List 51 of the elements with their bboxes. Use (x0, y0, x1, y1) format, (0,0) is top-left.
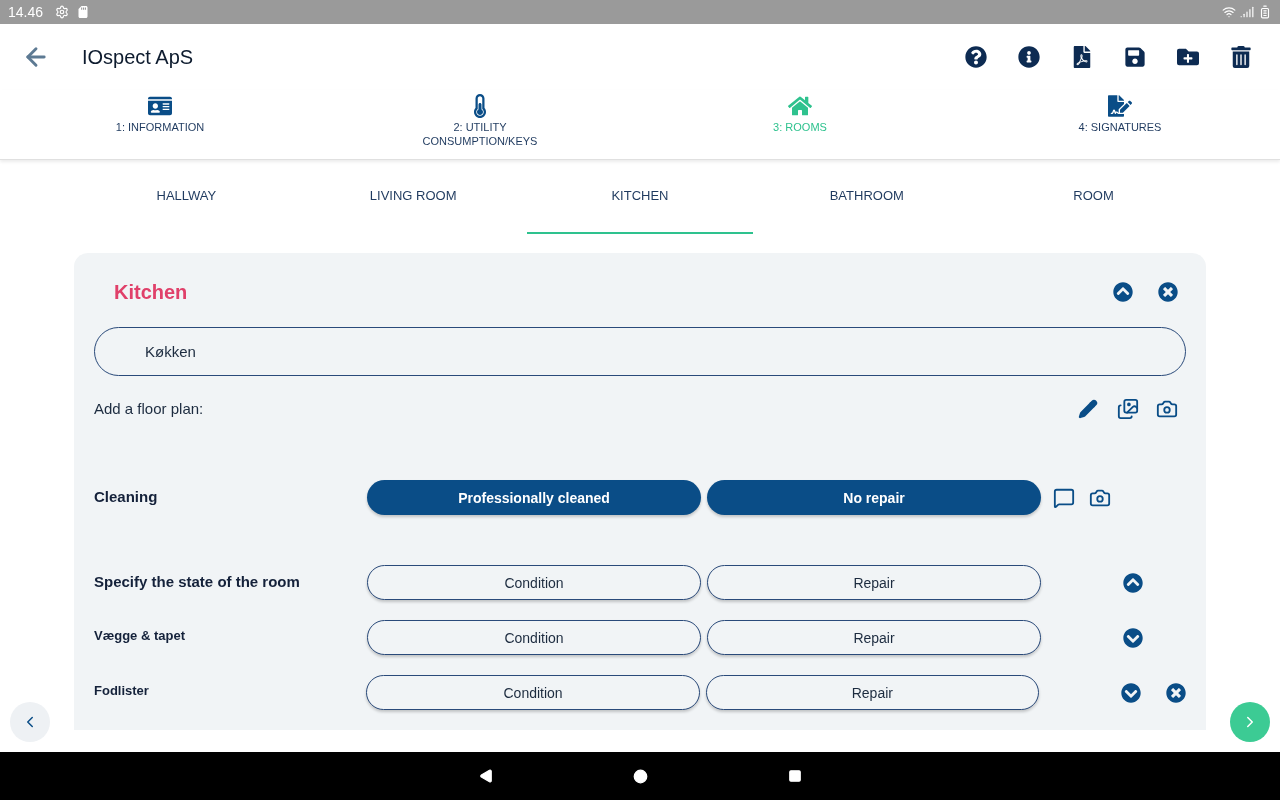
edit-button[interactable] (1078, 398, 1098, 419)
recents-nav-button[interactable] (787, 769, 802, 783)
option-button[interactable]: Condition (367, 565, 701, 600)
option-button[interactable]: No repair (707, 480, 1041, 515)
option-button[interactable]: Repair (705, 675, 1039, 710)
step-tab[interactable]: 2: UTILITY CONSUMPTION/KEYS (320, 90, 640, 159)
option-button[interactable]: Condition (367, 620, 701, 655)
house-icon (788, 94, 812, 118)
home-nav-button[interactable] (632, 768, 648, 784)
battery-icon (1258, 5, 1272, 19)
info-button[interactable] (1018, 46, 1040, 68)
remove-button[interactable] (1166, 682, 1186, 703)
step-tab[interactable]: 4: SIGNATURES (960, 90, 1280, 159)
pdf-button[interactable] (1071, 46, 1093, 68)
comment-button[interactable] (1053, 486, 1075, 509)
room-tab[interactable]: ROOM (980, 160, 1207, 234)
room-tab[interactable]: KITCHEN (526, 160, 754, 234)
floor-plan-label: Add a floor plan: (94, 398, 204, 419)
signature-document-icon (1108, 94, 1132, 118)
row-label: Specify the state of the room (94, 572, 301, 592)
option-button[interactable]: Repair (707, 565, 1041, 600)
wifi-icon (1222, 5, 1236, 19)
option-button[interactable]: Condition (366, 675, 700, 710)
close-button[interactable] (1158, 282, 1178, 302)
room-tab[interactable]: LIVING ROOM (299, 160, 527, 234)
expand-button[interactable] (1121, 682, 1141, 703)
option-button[interactable]: Repair (707, 620, 1041, 655)
room-title: Kitchen (114, 280, 188, 305)
id-card-icon (148, 94, 172, 118)
signal-icon (1240, 5, 1254, 19)
status-time: 14.46 (8, 2, 44, 22)
expand-button[interactable] (1123, 627, 1143, 648)
row-label: Fodlister (94, 682, 150, 700)
help-button[interactable] (965, 46, 987, 68)
collapse-button[interactable] (1123, 572, 1143, 593)
gallery-button[interactable] (1117, 397, 1139, 420)
room-tab[interactable]: HALLWAY (73, 160, 300, 234)
option-button[interactable]: Professionally cleaned (367, 480, 701, 515)
save-button[interactable] (1124, 46, 1146, 68)
add-folder-button[interactable] (1177, 46, 1199, 68)
app-title: IOspect ApS (82, 45, 194, 70)
back-nav-button[interactable] (478, 769, 493, 783)
collapse-button[interactable] (1113, 282, 1133, 302)
sd-card-icon (77, 6, 90, 18)
step-tab[interactable]: 1: INFORMATION (0, 90, 320, 159)
room-tab[interactable]: BATHROOM (753, 160, 981, 234)
row-label: Vægge & tapet (94, 627, 186, 645)
delete-button[interactable] (1230, 46, 1252, 68)
row-label: Cleaning (94, 487, 159, 507)
settings-icon (55, 5, 70, 19)
room-name-field[interactable]: Køkken (94, 327, 1186, 376)
